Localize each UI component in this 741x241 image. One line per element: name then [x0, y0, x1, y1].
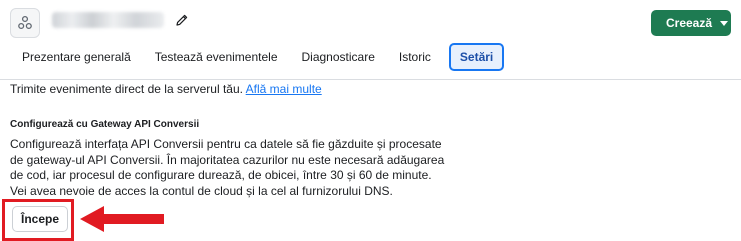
- tab-overview[interactable]: Prezentare generală: [10, 43, 143, 71]
- settings-content: Trimite evenimente direct de la serverul…: [0, 80, 741, 241]
- start-button[interactable]: Începe: [12, 206, 68, 232]
- intro-line: Trimite evenimente direct de la serverul…: [10, 82, 322, 96]
- arrow-left-icon: [80, 206, 164, 232]
- create-button-label: Creează: [666, 16, 713, 30]
- dataset-hub-icon[interactable]: [10, 8, 40, 38]
- tab-diagnostics[interactable]: Diagnosticare: [290, 43, 387, 71]
- pencil-icon[interactable]: [173, 11, 191, 29]
- learn-more-link[interactable]: Află mai multe: [246, 82, 322, 96]
- section-description: Configurează interfața API Conversii pen…: [10, 137, 445, 199]
- tab-bar: Prezentare generală Testează evenimentel…: [10, 43, 505, 71]
- tab-settings[interactable]: Setări: [448, 43, 505, 71]
- caret-down-icon: [720, 21, 729, 26]
- redacted-dataset-name: [52, 12, 164, 28]
- intro-text: Trimite evenimente direct de la serverul…: [10, 82, 243, 96]
- section-title: Configurează cu Gateway API Conversii: [10, 119, 200, 130]
- top-bar: Creează Prezentare generală Testează eve…: [0, 0, 741, 80]
- tab-history[interactable]: Istoric: [387, 43, 443, 71]
- create-button[interactable]: Creează: [651, 10, 731, 36]
- nodes-icon: [18, 15, 32, 30]
- tab-test-events[interactable]: Testează evenimentele: [143, 43, 290, 71]
